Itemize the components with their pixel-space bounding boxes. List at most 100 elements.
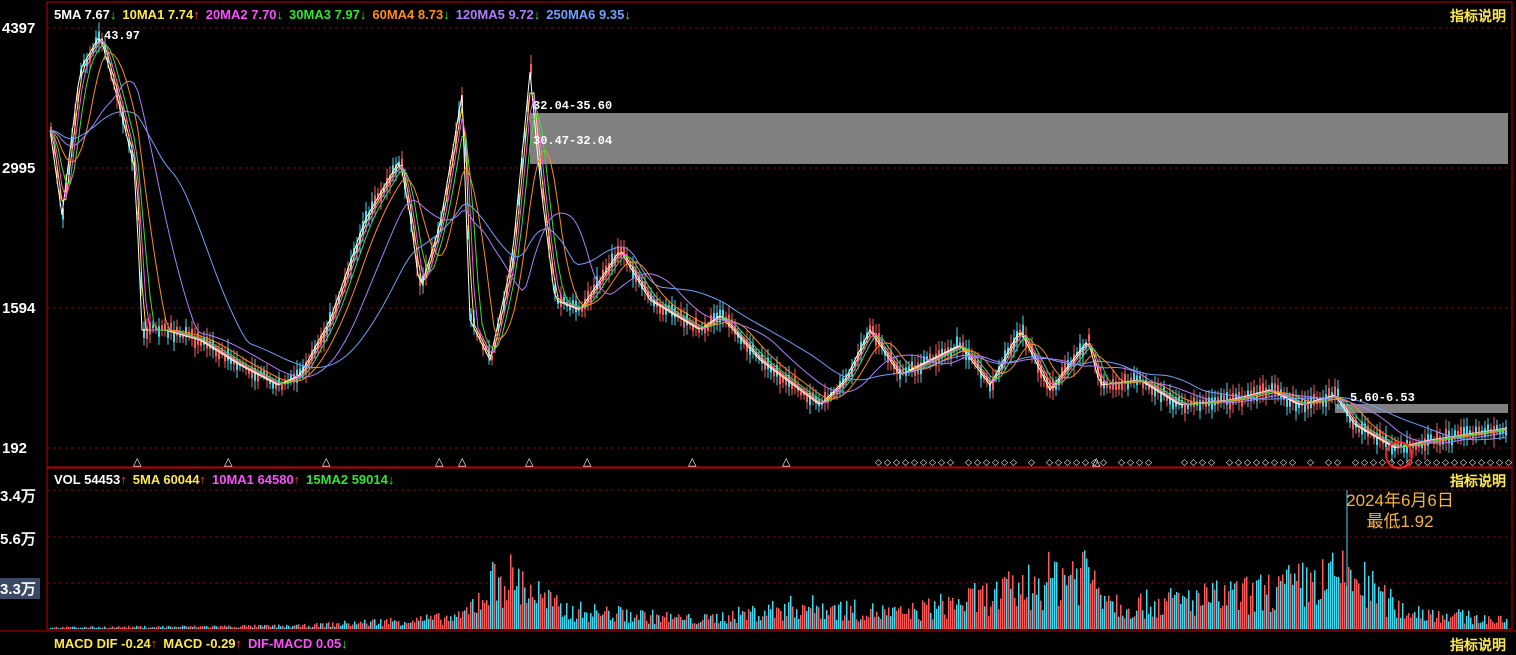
volume-bar (1116, 594, 1118, 629)
volume-bar (1356, 579, 1358, 629)
volume-bar (1468, 610, 1470, 629)
chart-canvas[interactable]: △ △ △ △ △ △ △ △ △ △◇ ◇ ◇ ◇ ◇ ◇ ◇ ◇ ◇ ◇ ◇ ◇ ◇ ◇ ◇ ◇ ◇ ◇ ◇ ◇ ◇ ◇ ◇ ◇ ◇ ◇ ◇ ◇ ◇ ◇… (0, 0, 1516, 650)
volume-bar (196, 627, 198, 629)
volume-bar (864, 620, 866, 629)
volume-bar (1280, 580, 1282, 629)
volume-bar (1200, 605, 1202, 629)
volume-bar (494, 563, 496, 629)
volume-bar (1054, 561, 1056, 629)
volume-bar (1394, 609, 1396, 629)
volume-bar (100, 627, 102, 629)
volume-bar (1076, 568, 1078, 629)
volume-bar (1290, 573, 1292, 629)
volume-bar (990, 606, 992, 629)
volume-bar (1278, 576, 1280, 629)
volume-bar (282, 625, 284, 629)
volume-bar (946, 618, 948, 629)
volume-bar (948, 597, 950, 629)
volume-bar (898, 608, 900, 629)
diamond-marker: ◇ (920, 458, 927, 468)
volume-bar (1014, 598, 1016, 629)
volume-bar (1470, 617, 1472, 629)
volume-bar (1226, 605, 1228, 629)
volume-bar (674, 617, 676, 629)
volume-bar (564, 615, 566, 629)
volume-bar (446, 615, 448, 629)
volume-bar (1166, 601, 1168, 629)
volume-bar (1212, 583, 1214, 629)
diamond-marker: ◇ (983, 458, 990, 468)
volume-bar (1302, 562, 1304, 629)
volume-bar (798, 618, 800, 629)
volume-bar (1134, 616, 1136, 629)
volume-bar (976, 612, 978, 629)
volume-bar (690, 618, 692, 629)
volume-bar (76, 627, 78, 629)
volume-bar (130, 627, 132, 629)
diamond-marker: ◇ (974, 458, 981, 468)
volume-bar (972, 588, 974, 629)
volume-bar (1106, 601, 1108, 629)
volume-bar (74, 626, 76, 629)
volume-bar (250, 626, 252, 629)
volume-bar (676, 617, 678, 629)
volume-bar (536, 603, 538, 629)
volume-bar (1336, 576, 1338, 629)
volume-bar (1406, 615, 1408, 629)
volume-bar (728, 615, 730, 629)
volume-bar (1276, 587, 1278, 629)
volume-bar (88, 627, 90, 629)
volume-bar (1230, 581, 1232, 629)
volume-bar (178, 627, 180, 629)
volume-bar (276, 627, 278, 629)
volume-bar (792, 606, 794, 629)
volume-bar (212, 626, 214, 629)
volume-bar (1496, 622, 1498, 629)
diamond-marker: ◇ (1469, 458, 1476, 468)
volume-bar (62, 626, 64, 629)
volume-bar (1436, 617, 1438, 629)
candle-body (1469, 430, 1471, 434)
volume-bar (544, 592, 546, 629)
volume-bar (290, 627, 292, 629)
volume-bar (1380, 591, 1382, 629)
volume-bar (1384, 584, 1386, 629)
volume-bar (1450, 617, 1452, 629)
volume-bar (1252, 582, 1254, 629)
volume-bar (486, 600, 488, 629)
volume-bar (648, 623, 650, 629)
candle-body (1226, 392, 1228, 405)
volume-bar (560, 603, 562, 629)
volume-bar (540, 594, 542, 629)
volume-bar (1318, 599, 1320, 629)
volume-bar (476, 612, 478, 629)
volume-bar (346, 623, 348, 629)
volume-bar (1122, 615, 1124, 629)
volume-bar (1408, 612, 1410, 629)
volume-bar (816, 605, 818, 629)
volume-bar (910, 618, 912, 629)
volume-bar (1188, 590, 1190, 629)
volume-bar (306, 627, 308, 629)
volume-bar (876, 611, 878, 629)
volume-bar (1368, 575, 1370, 629)
diamond-marker: ◇ (884, 458, 891, 468)
volume-bar (804, 605, 806, 629)
volume-bar (208, 627, 210, 629)
volume-bar (302, 624, 304, 629)
diamond-marker: ◇ (1244, 458, 1251, 468)
volume-bar (1500, 616, 1502, 629)
volume-bar (680, 617, 682, 629)
volume-bar (190, 626, 192, 629)
diamond-marker: ◇ (1073, 458, 1080, 468)
volume-bar (1148, 613, 1150, 629)
volume-bar (1462, 610, 1464, 629)
volume-bar (1126, 609, 1128, 629)
volume-bar (784, 603, 786, 629)
candle-body (152, 325, 154, 329)
volume-bar (1096, 588, 1098, 629)
diamond-marker: ◇ (893, 458, 900, 468)
volume-bar (528, 598, 530, 629)
volume-bar (1418, 606, 1420, 629)
volume-bar (246, 626, 248, 629)
